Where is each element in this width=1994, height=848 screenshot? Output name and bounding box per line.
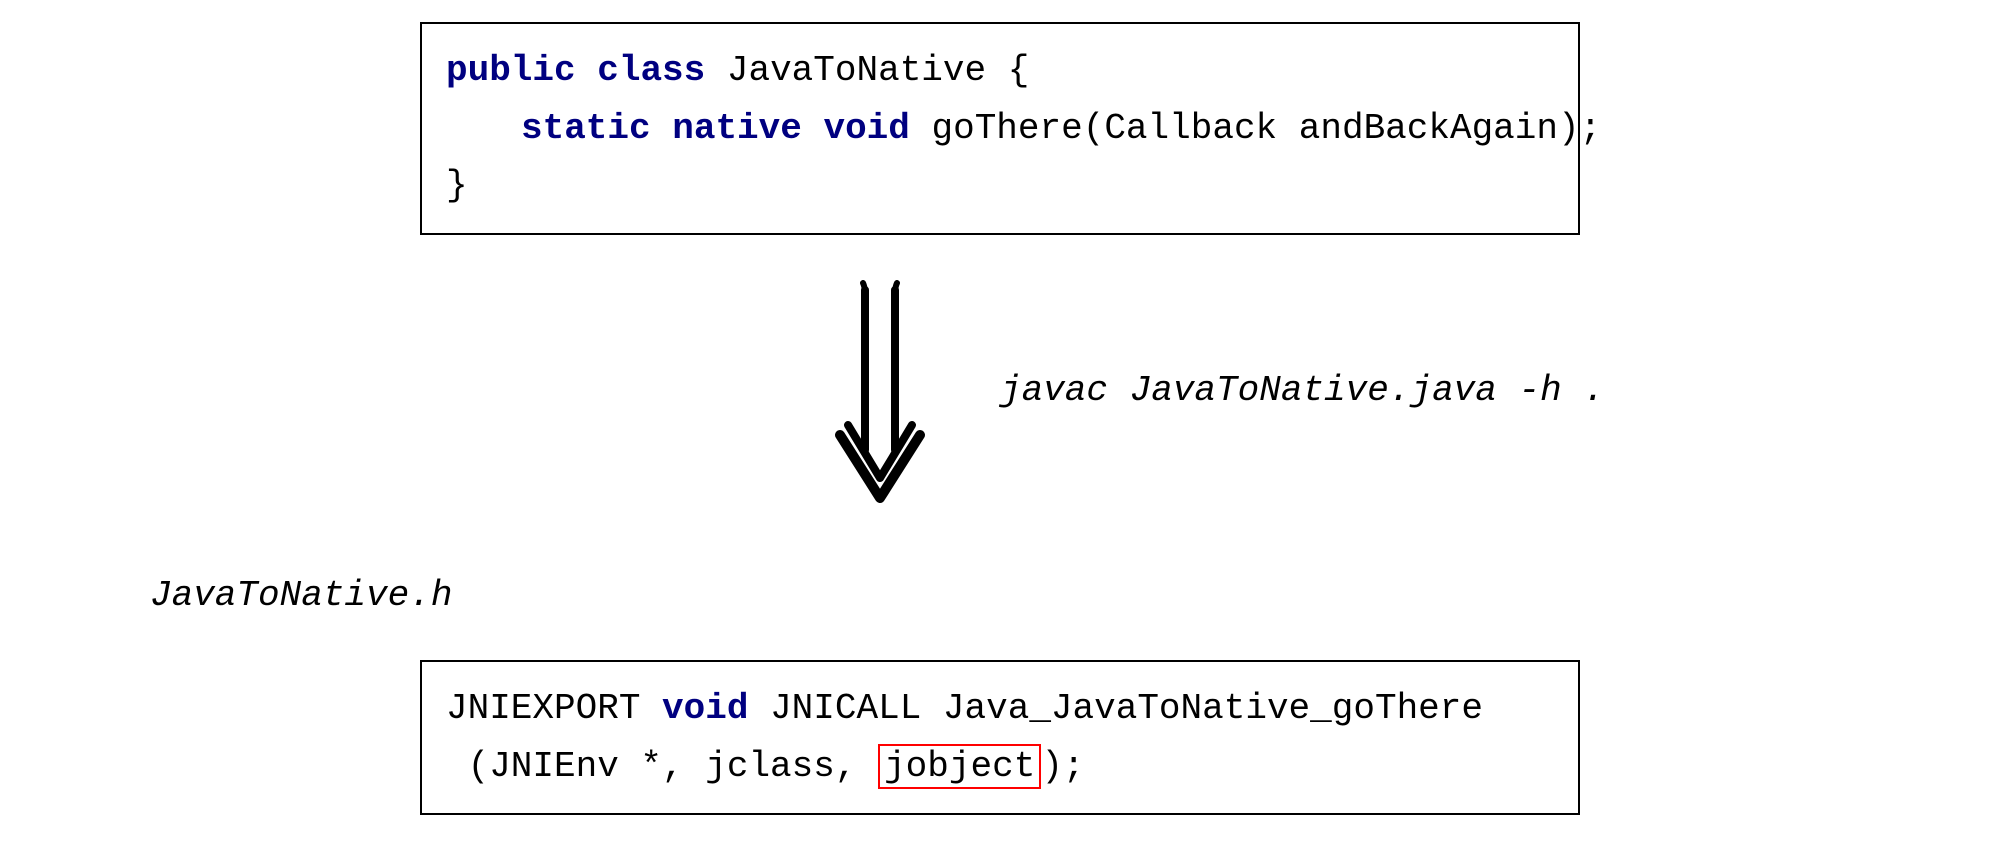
highlighted-jobject: jobject: [878, 744, 1041, 789]
code-line-3: }: [446, 157, 1554, 215]
keyword-native: native: [672, 108, 802, 149]
code-text: (JNIEnv *, jclass,: [446, 746, 878, 787]
down-arrow-icon: [820, 280, 940, 510]
code-text: JNIEXPORT: [446, 688, 662, 729]
code-line-2: (JNIEnv *, jclass, jobject);: [446, 738, 1554, 796]
keyword-void: void: [823, 108, 909, 149]
java-source-code-box: public class JavaToNative { static nativ…: [420, 22, 1580, 235]
code-text: goThere(Callback andBackAgain);: [910, 108, 1601, 149]
keyword-class: class: [597, 50, 705, 91]
code-line-1: JNIEXPORT void JNICALL Java_JavaToNative…: [446, 680, 1554, 738]
code-line-2: static native void goThere(Callback andB…: [446, 100, 1554, 158]
keyword-void: void: [662, 688, 748, 729]
code-text: );: [1041, 746, 1084, 787]
keyword-static: static: [521, 108, 651, 149]
code-text: JavaToNative {: [705, 50, 1029, 91]
code-text: JNICALL Java_JavaToNative_goThere: [748, 688, 1483, 729]
header-file-code-box: JNIEXPORT void JNICALL Java_JavaToNative…: [420, 660, 1580, 815]
command-label: javac JavaToNative.java -h .: [1000, 370, 1605, 411]
code-line-1: public class JavaToNative {: [446, 42, 1554, 100]
keyword-public: public: [446, 50, 576, 91]
output-file-label: JavaToNative.h: [150, 575, 452, 616]
